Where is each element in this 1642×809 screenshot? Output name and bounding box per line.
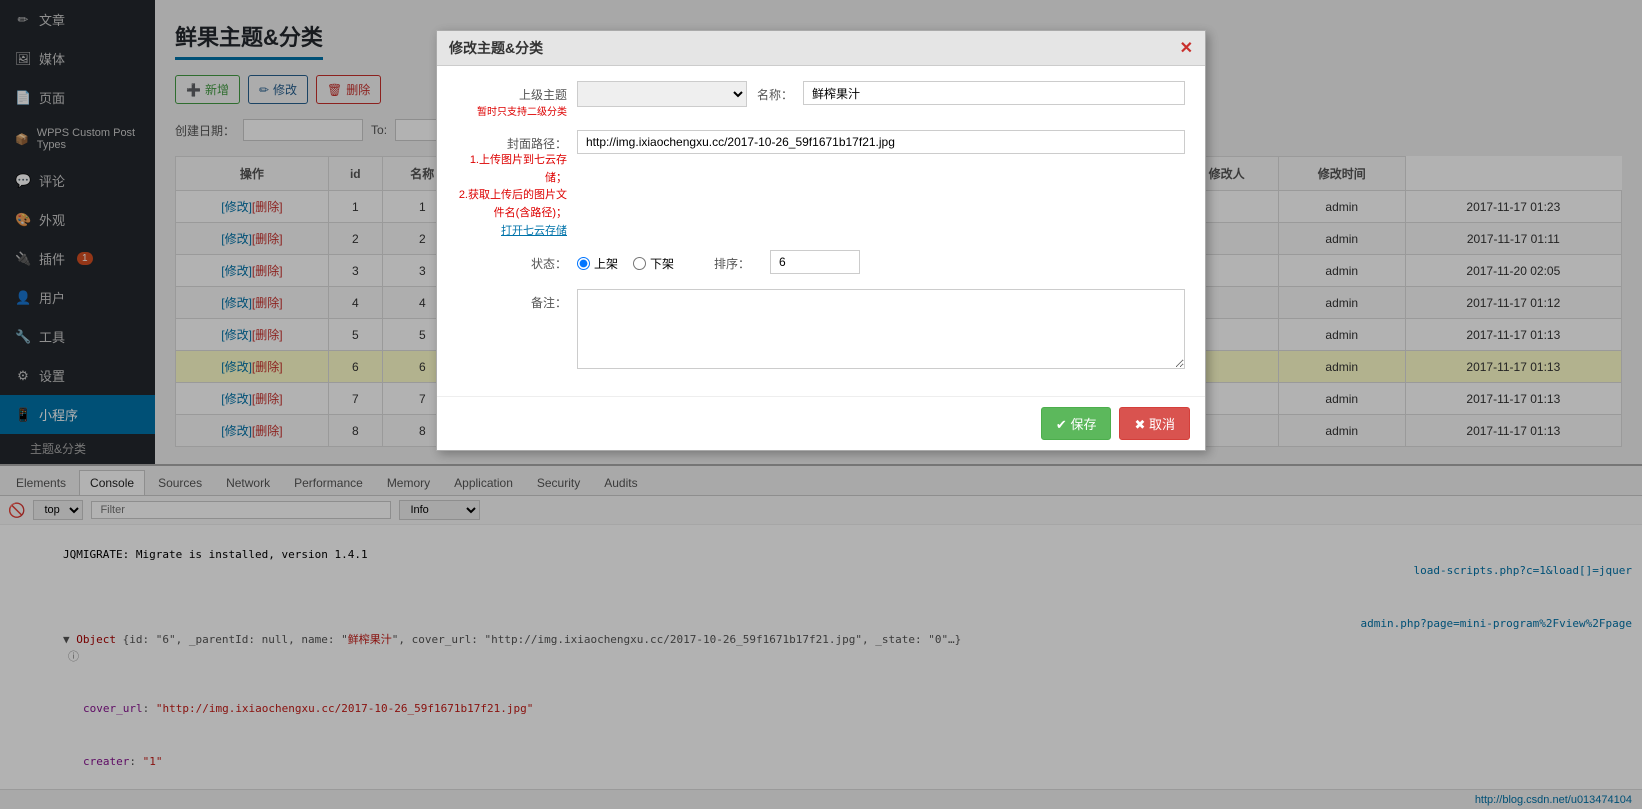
cover-hint2: 2.获取上传后的图片文件名(含路径)； xyxy=(457,187,567,222)
status-online-radio[interactable] xyxy=(577,257,590,270)
status-label: 状态： xyxy=(457,250,577,272)
check-icon: ✔ xyxy=(1056,417,1067,432)
seq-input[interactable] xyxy=(770,250,860,274)
cancel-button[interactable]: ✖ 取消 xyxy=(1119,407,1190,440)
save-button[interactable]: ✔ 保存 xyxy=(1041,407,1112,440)
cover-hint1: 1.上传图片到七云存储； xyxy=(457,152,567,187)
form-row-cover: 封面路径： 1.上传图片到七云存储； 2.获取上传后的图片文件名(含路径)； 打… xyxy=(457,130,1185,238)
cover-label: 封面路径： 1.上传图片到七云存储； 2.获取上传后的图片文件名(含路径)； 打… xyxy=(457,130,577,238)
remark-textarea[interactable] xyxy=(577,289,1185,369)
modal-titlebar: 修改主题&分类 ✕ xyxy=(437,31,1205,66)
status-online-label: 上架 xyxy=(577,255,618,272)
parent-hint: 暂时只支持二级分类 xyxy=(457,103,567,118)
parent-label: 上级主题 暂时只支持二级分类 xyxy=(457,81,577,118)
x-icon: ✖ xyxy=(1134,417,1145,432)
parent-select[interactable] xyxy=(577,81,747,107)
remark-label: 备注： xyxy=(457,289,577,311)
modal-body: 上级主题 暂时只支持二级分类 名称： 封面路径： 1.上传图片到七云存储； 2.… xyxy=(437,66,1205,396)
seq-label: 排序： xyxy=(674,250,770,277)
modal-title: 修改主题&分类 xyxy=(449,38,543,58)
form-row-parent-name: 上级主题 暂时只支持二级分类 名称： xyxy=(457,81,1185,118)
cover-link[interactable]: 打开七云存储 xyxy=(457,222,567,238)
status-offline-radio[interactable] xyxy=(633,257,646,270)
status-offline-label: 下架 xyxy=(633,255,674,272)
cover-input[interactable] xyxy=(577,130,1185,154)
modal-footer: ✔ 保存 ✖ 取消 xyxy=(437,396,1205,450)
modal-overlay: 修改主题&分类 ✕ 上级主题 暂时只支持二级分类 名称： 封面路径： xyxy=(0,0,1642,809)
name-label: 名称： xyxy=(747,81,803,108)
status-radio-group: 上架 下架 xyxy=(577,250,674,272)
name-input[interactable] xyxy=(803,81,1185,105)
form-row-remark: 备注： xyxy=(457,289,1185,369)
modal-dialog: 修改主题&分类 ✕ 上级主题 暂时只支持二级分类 名称： 封面路径： xyxy=(436,30,1206,451)
modal-close-button[interactable]: ✕ xyxy=(1180,38,1193,58)
form-row-status-seq: 状态： 上架 下架 排序： xyxy=(457,250,1185,277)
